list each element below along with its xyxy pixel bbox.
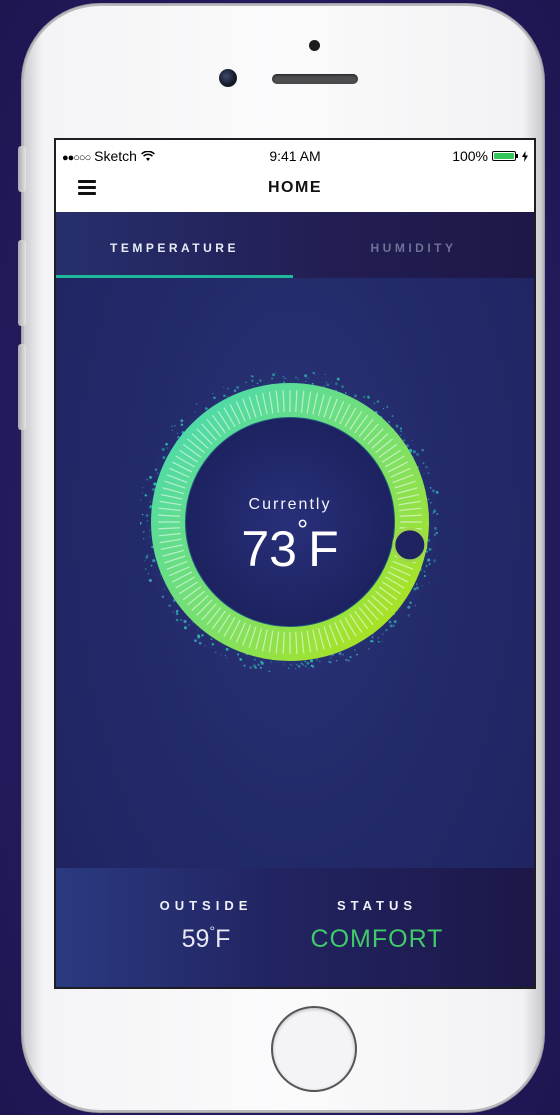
status-bar: ●●○○○ Sketch 9:41 AM 100% bbox=[56, 140, 534, 170]
summary-panel: OUTSIDE 59°F STATUS COMFORT bbox=[56, 868, 534, 987]
battery-percent: 100% bbox=[452, 148, 488, 164]
outside-temperature-value: 59 bbox=[181, 925, 210, 953]
current-temperature-degree: ° bbox=[296, 514, 309, 545]
bolt-icon bbox=[522, 150, 528, 162]
current-temperature: 73°F bbox=[140, 514, 440, 578]
dial-readout: Currently 73°F bbox=[140, 372, 440, 672]
earpiece-speaker bbox=[272, 74, 358, 84]
tab-bar: TEMPERATURE HUMIDITY bbox=[56, 212, 534, 278]
battery-icon bbox=[492, 151, 518, 161]
status-stat: STATUS COMFORT bbox=[292, 868, 462, 954]
current-temperature-value: 73 bbox=[241, 521, 297, 577]
battery-status: 100% bbox=[452, 148, 528, 164]
outside-label: OUTSIDE bbox=[159, 898, 253, 913]
outside-stat: OUTSIDE 59°F bbox=[126, 868, 286, 954]
outside-temperature-degree: ° bbox=[209, 923, 216, 939]
navigation-bar: HOME bbox=[56, 170, 534, 212]
home-button[interactable] bbox=[271, 1006, 357, 1092]
tab-humidity[interactable]: HUMIDITY bbox=[293, 212, 534, 278]
proximity-sensor bbox=[309, 40, 320, 51]
front-camera bbox=[219, 69, 237, 87]
mute-switch bbox=[18, 146, 26, 192]
volume-down-button bbox=[18, 344, 26, 430]
status-value: COMFORT bbox=[310, 925, 444, 953]
outside-temperature: 59°F bbox=[126, 923, 286, 954]
temperature-dial[interactable]: Currently 73°F bbox=[137, 369, 442, 673]
active-tab-indicator bbox=[56, 275, 293, 278]
outside-temperature-unit: F bbox=[215, 925, 231, 953]
volume-up-button bbox=[18, 240, 26, 326]
dial-label: Currently bbox=[248, 496, 332, 513]
tab-temperature[interactable]: TEMPERATURE bbox=[56, 212, 293, 278]
current-temperature-unit: F bbox=[308, 521, 339, 577]
status-label: STATUS bbox=[336, 898, 418, 913]
thermostat-view: TEMPERATURE HUMIDITY Currently 73°F OUTS… bbox=[56, 212, 534, 987]
screen: ●●○○○ Sketch 9:41 AM 100% HOME TEMPERATU… bbox=[54, 138, 536, 989]
page-title: HOME bbox=[268, 179, 322, 196]
